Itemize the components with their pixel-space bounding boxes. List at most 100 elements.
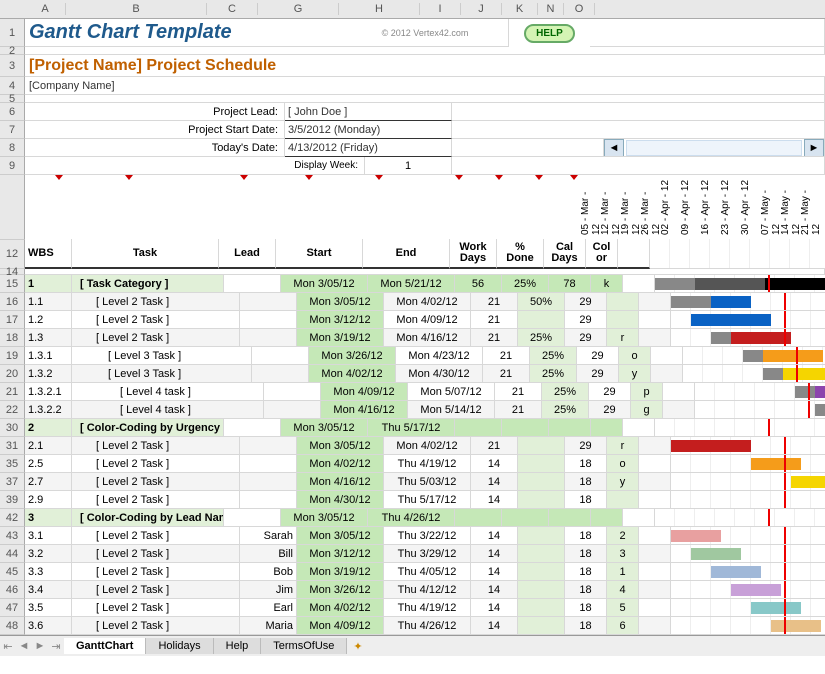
task-row[interactable]: 161.1[ Level 2 Task ]Mon 3/05/12Mon 4/02… xyxy=(0,293,825,311)
cell-wbs[interactable]: 1 xyxy=(25,275,72,293)
cell-task[interactable]: [ Level 3 Task ] xyxy=(72,347,252,365)
cell-end[interactable]: Mon 5/21/12 xyxy=(368,275,455,293)
company-name[interactable]: [Company Name] xyxy=(25,77,825,95)
task-row[interactable]: 483.6[ Level 2 Task ]MariaMon 4/09/12Thu… xyxy=(0,617,825,635)
cell-lead[interactable]: Sarah xyxy=(240,527,297,545)
cell-wbs[interactable]: 3.5 xyxy=(25,599,72,617)
cell-end[interactable]: Thu 4/19/12 xyxy=(384,599,471,617)
cell-work[interactable]: 21 xyxy=(483,365,530,383)
cell-color[interactable]: g xyxy=(631,401,663,419)
task-row[interactable]: 181.3[ Level 2 Task ]Mon 3/19/12Mon 4/16… xyxy=(0,329,825,347)
cell-cal[interactable]: 78 xyxy=(549,275,591,293)
cell-cal[interactable] xyxy=(549,509,591,527)
cell-end[interactable]: Thu 5/03/12 xyxy=(384,473,471,491)
cell-color[interactable]: o xyxy=(607,455,639,473)
tab-nav-last-icon[interactable]: ⇥ xyxy=(48,640,64,653)
cell-lead[interactable] xyxy=(224,509,281,527)
cell-cal[interactable]: 29 xyxy=(577,347,619,365)
cell-task[interactable]: [ Level 2 Task ] xyxy=(72,455,240,473)
cell-wbs[interactable]: 3.4 xyxy=(25,581,72,599)
cell-work[interactable]: 21 xyxy=(495,383,542,401)
cell-cal[interactable] xyxy=(549,419,591,437)
project-title[interactable]: [Project Name] Project Schedule xyxy=(25,55,825,77)
cell-start[interactable]: Mon 3/05/12 xyxy=(281,275,368,293)
cell-work[interactable]: 21 xyxy=(471,329,518,347)
cell-work[interactable]: 21 xyxy=(495,401,542,419)
cell-lead[interactable]: Bill xyxy=(240,545,297,563)
cell-color[interactable]: 2 xyxy=(607,527,639,545)
cell-lead[interactable] xyxy=(240,311,297,329)
cell-wbs[interactable]: 3.3 xyxy=(25,563,72,581)
cell-lead[interactable] xyxy=(240,329,297,347)
cell-pct[interactable]: 25% xyxy=(530,365,577,383)
cell-cal[interactable]: 18 xyxy=(565,455,607,473)
task-row[interactable]: 191.3.1[ Level 3 Task ]Mon 3/26/12Mon 4/… xyxy=(0,347,825,365)
cell-end[interactable]: Mon 4/09/12 xyxy=(384,311,471,329)
cell-end[interactable]: Thu 5/17/12 xyxy=(368,419,455,437)
cell-work[interactable]: 21 xyxy=(471,311,518,329)
cell-task[interactable]: [ Level 2 Task ] xyxy=(72,293,240,311)
cell-work[interactable]: 21 xyxy=(483,347,530,365)
value-start-date[interactable]: 3/5/2012 (Monday) xyxy=(285,121,452,139)
cell-cal[interactable]: 29 xyxy=(577,365,619,383)
cell-start[interactable]: Mon 3/19/12 xyxy=(297,329,384,347)
cell-work[interactable]: 14 xyxy=(471,527,518,545)
tab-holidays[interactable]: Holidays xyxy=(146,638,213,654)
value-display-week[interactable]: 1 xyxy=(365,157,452,175)
cell-end[interactable]: Mon 4/16/12 xyxy=(384,329,471,347)
cell-start[interactable]: Mon 3/05/12 xyxy=(297,293,384,311)
cell-cal[interactable]: 18 xyxy=(565,617,607,635)
cell-start[interactable]: Mon 3/19/12 xyxy=(297,563,384,581)
scroll-right-button[interactable]: ► xyxy=(804,139,824,157)
cell-start[interactable]: Mon 3/05/12 xyxy=(297,527,384,545)
scroll-left-button[interactable]: ◄ xyxy=(604,139,624,157)
cell-end[interactable]: Mon 5/07/12 xyxy=(408,383,495,401)
cell-pct[interactable] xyxy=(518,617,565,635)
cell-task[interactable]: [ Level 2 Task ] xyxy=(72,311,240,329)
cell-task[interactable]: [ Level 4 task ] xyxy=(72,383,264,401)
cell-pct[interactable]: 25% xyxy=(530,347,577,365)
task-row[interactable]: 221.3.2.2[ Level 4 task ]Mon 4/16/12Mon … xyxy=(0,401,825,419)
cell-end[interactable]: Thu 4/26/12 xyxy=(368,509,455,527)
cell-work[interactable]: 14 xyxy=(471,599,518,617)
task-row[interactable]: 392.9[ Level 2 Task ]Mon 4/30/12Thu 5/17… xyxy=(0,491,825,509)
cell-color[interactable]: 4 xyxy=(607,581,639,599)
cell-color[interactable]: y xyxy=(607,473,639,491)
cell-color[interactable]: r xyxy=(607,329,639,347)
cell-end[interactable]: Thu 4/26/12 xyxy=(384,617,471,635)
cell-start[interactable]: Mon 3/12/12 xyxy=(297,545,384,563)
cell-color[interactable]: y xyxy=(619,365,651,383)
cell-color[interactable]: 6 xyxy=(607,617,639,635)
cell-wbs[interactable]: 2.1 xyxy=(25,437,72,455)
cell-cal[interactable]: 18 xyxy=(565,581,607,599)
cell-end[interactable]: Thu 5/17/12 xyxy=(384,491,471,509)
cell-work[interactable]: 14 xyxy=(471,491,518,509)
cell-cal[interactable]: 29 xyxy=(589,383,631,401)
cell-color[interactable] xyxy=(607,491,639,509)
cell-task[interactable]: [ Level 2 Task ] xyxy=(72,491,240,509)
cell-wbs[interactable]: 1.1 xyxy=(25,293,72,311)
cell-task[interactable]: [ Level 2 Task ] xyxy=(72,563,240,581)
cell-start[interactable]: Mon 3/05/12 xyxy=(281,419,368,437)
cell-color[interactable] xyxy=(607,293,639,311)
cell-start[interactable]: Mon 3/05/12 xyxy=(281,509,368,527)
cell-task[interactable]: [ Level 2 Task ] xyxy=(72,617,240,635)
cell-lead[interactable]: Jim xyxy=(240,581,297,599)
cell-cal[interactable]: 18 xyxy=(565,473,607,491)
cell-lead[interactable]: Maria xyxy=(240,617,297,635)
cell-pct[interactable] xyxy=(518,599,565,617)
cell-pct[interactable] xyxy=(518,473,565,491)
cell-end[interactable]: Mon 5/14/12 xyxy=(408,401,495,419)
cell-work[interactable] xyxy=(455,419,502,437)
cell-work[interactable]: 14 xyxy=(471,563,518,581)
cell-start[interactable]: Mon 4/02/12 xyxy=(297,455,384,473)
value-today[interactable]: 4/13/2012 (Friday) xyxy=(285,139,452,157)
scroll-track[interactable] xyxy=(626,140,802,156)
cell-pct[interactable] xyxy=(518,455,565,473)
cell-end[interactable]: Mon 4/30/12 xyxy=(396,365,483,383)
cell-lead[interactable] xyxy=(252,365,309,383)
cell-color[interactable] xyxy=(591,419,623,437)
cell-work[interactable]: 21 xyxy=(471,437,518,455)
cell-end[interactable]: Thu 3/29/12 xyxy=(384,545,471,563)
cell-pct[interactable] xyxy=(518,491,565,509)
